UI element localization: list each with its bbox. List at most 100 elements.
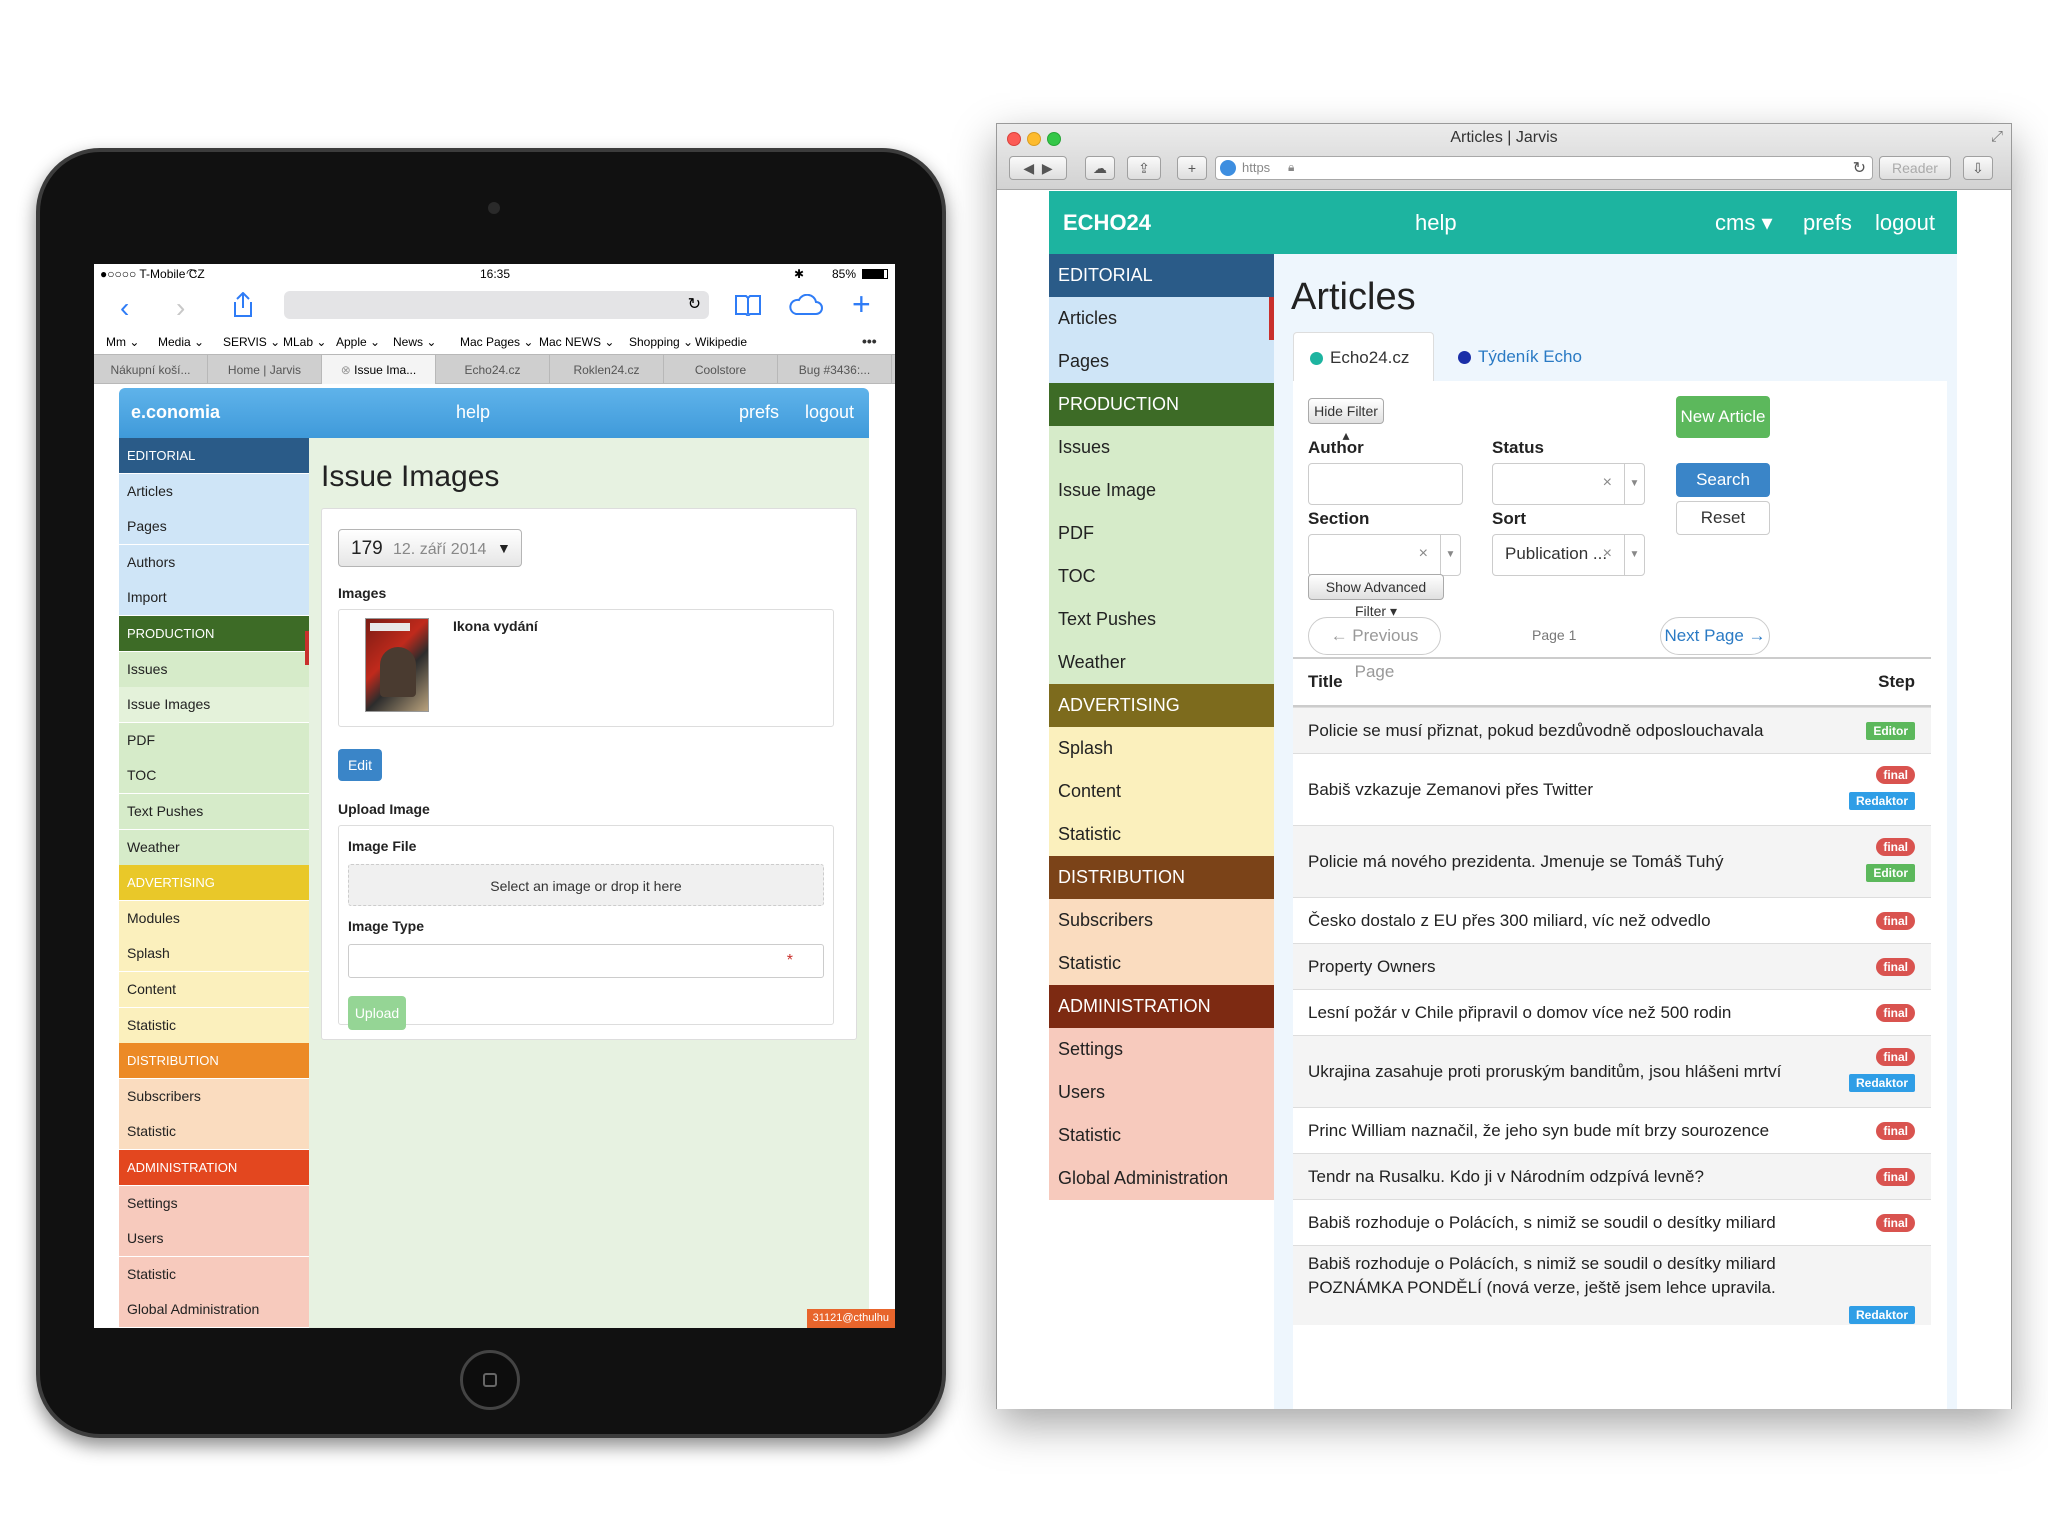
- author-input[interactable]: [1308, 463, 1463, 505]
- table-row[interactable]: Babiš rozhoduje o Polácích, s nimiž se s…: [1293, 1245, 1931, 1325]
- table-row[interactable]: Tendr na Rusalku. Kdo ji v Národním odzp…: [1293, 1153, 1931, 1199]
- upload-button[interactable]: Upload: [348, 996, 406, 1030]
- sidebar-item[interactable]: Content: [1049, 770, 1274, 813]
- sidebar-item[interactable]: Subscribers: [1049, 899, 1274, 942]
- help-link[interactable]: help: [1415, 210, 1457, 236]
- sidebar-item[interactable]: Articles: [119, 473, 309, 509]
- hide-filter-button[interactable]: Hide Filter ▴: [1308, 398, 1384, 443]
- help-link[interactable]: help: [456, 402, 490, 423]
- bookmarks-icon[interactable]: [734, 294, 762, 318]
- sidebar-item[interactable]: Issue Image: [1049, 469, 1274, 512]
- prefs-link[interactable]: prefs: [1803, 210, 1852, 236]
- reload-icon[interactable]: ↻: [688, 294, 701, 314]
- sidebar-item[interactable]: Articles: [1049, 297, 1274, 340]
- clear-icon[interactable]: ×: [1419, 545, 1428, 563]
- section-select[interactable]: × ▼: [1308, 534, 1461, 576]
- address-bar[interactable]: https 🔒︎ ↻: [1215, 156, 1873, 180]
- table-row[interactable]: Policie se musí přiznat, pokud bezdůvodn…: [1293, 707, 1931, 753]
- close-tab-icon[interactable]: ⊗: [341, 363, 354, 377]
- sidebar-item[interactable]: Users: [119, 1221, 309, 1257]
- bookmark-item[interactable]: Wikipedie: [695, 335, 747, 349]
- article-title[interactable]: Policie se musí přiznat, pokud bezdůvodn…: [1308, 719, 1818, 743]
- sidebar-item[interactable]: Text Pushes: [1049, 598, 1274, 641]
- sidebar-item[interactable]: TOC: [1049, 555, 1274, 598]
- sidebar-item[interactable]: Import: [119, 580, 309, 616]
- issue-select[interactable]: 179 12. září 2014 ▼: [338, 529, 522, 567]
- table-row[interactable]: Property Owners final: [1293, 943, 1931, 989]
- bookmark-item[interactable]: News ⌄: [393, 335, 436, 349]
- reset-button[interactable]: Reset: [1676, 501, 1770, 535]
- sidebar-item[interactable]: Statistic: [1049, 942, 1274, 985]
- sidebar-item[interactable]: Issues: [1049, 426, 1274, 469]
- search-button[interactable]: Search: [1676, 463, 1770, 497]
- bookmark-item[interactable]: SERVIS ⌄: [223, 335, 280, 349]
- sidebar-item[interactable]: Pages: [119, 509, 309, 545]
- article-title[interactable]: Princ William naznačil, že jeho syn bude…: [1308, 1119, 1818, 1143]
- table-row[interactable]: Ukrajina zasahuje proti proruským bandit…: [1293, 1035, 1931, 1107]
- clear-icon[interactable]: ×: [1603, 545, 1612, 563]
- article-title[interactable]: Česko dostalo z EU přes 300 miliard, víc…: [1308, 909, 1818, 933]
- bookmark-item[interactable]: Mac Pages ⌄: [460, 335, 533, 349]
- fullscreen-icon[interactable]: ⤢: [1991, 128, 2003, 145]
- sidebar-item[interactable]: Issue Images: [119, 687, 309, 723]
- article-title[interactable]: Policie má nového prezidenta. Jmenuje se…: [1308, 850, 1818, 874]
- icloud-icon[interactable]: ☁: [1085, 156, 1115, 180]
- edit-button[interactable]: Edit: [338, 749, 382, 781]
- clear-icon[interactable]: ×: [1603, 474, 1612, 492]
- sidebar-item[interactable]: Splash: [1049, 727, 1274, 770]
- table-row[interactable]: Česko dostalo z EU přes 300 miliard, víc…: [1293, 897, 1931, 943]
- sidebar-item[interactable]: Weather: [119, 829, 309, 865]
- sidebar-item[interactable]: Content: [119, 972, 309, 1007]
- bookmark-item[interactable]: Media ⌄: [158, 335, 204, 349]
- sidebar-item[interactable]: Settings: [1049, 1028, 1274, 1071]
- cms-menu[interactable]: cms ▾: [1715, 210, 1772, 236]
- article-title[interactable]: Tendr na Rusalku. Kdo ji v Národním odzp…: [1308, 1165, 1818, 1189]
- sidebar-item[interactable]: Statistic: [119, 1114, 309, 1150]
- article-title[interactable]: Babiš rozhoduje o Polácích, s nimiž se s…: [1308, 1211, 1818, 1235]
- sidebar-item[interactable]: Issues: [119, 651, 309, 687]
- bookmark-item[interactable]: MLab ⌄: [283, 335, 326, 349]
- bookmark-item[interactable]: Mac NEWS ⌄: [539, 335, 614, 349]
- home-button[interactable]: [460, 1350, 520, 1410]
- browser-tab[interactable]: ⊗ Issue Ima...: [322, 355, 436, 385]
- sidebar-item[interactable]: TOC: [119, 758, 309, 794]
- caret-down-icon[interactable]: ▼: [1440, 535, 1460, 575]
- sidebar-item[interactable]: Weather: [1049, 641, 1274, 684]
- table-row[interactable]: Babiš rozhoduje o Polácích, s nimiž se s…: [1293, 1199, 1931, 1245]
- browser-tab[interactable]: Home | Jarvis: [208, 355, 322, 385]
- logout-link[interactable]: logout: [805, 402, 854, 423]
- new-tab-icon[interactable]: +: [852, 288, 871, 320]
- table-row[interactable]: Princ William naznačil, že jeho syn bude…: [1293, 1107, 1931, 1153]
- sidebar-item[interactable]: PDF: [1049, 512, 1274, 555]
- status-select[interactable]: × ▼: [1492, 463, 1645, 505]
- sidebar-item[interactable]: Splash: [119, 936, 309, 972]
- title-column-header[interactable]: Title: [1308, 672, 1343, 692]
- image-type-select[interactable]: *: [348, 944, 824, 978]
- sidebar-item[interactable]: Statistic: [119, 1256, 309, 1292]
- logout-link[interactable]: logout: [1875, 210, 1935, 236]
- article-title[interactable]: Lesní požár v Chile připravil o domov ví…: [1308, 1001, 1818, 1025]
- sidebar-item[interactable]: Users: [1049, 1071, 1274, 1114]
- reload-icon[interactable]: ↻: [1853, 158, 1866, 178]
- browser-tab[interactable]: Coolstore: [664, 355, 778, 385]
- table-row[interactable]: Lesní požár v Chile připravil o domov ví…: [1293, 989, 1931, 1035]
- back-forward-buttons[interactable]: ◀ ▶: [1009, 156, 1067, 180]
- address-bar[interactable]: ↻: [284, 291, 709, 319]
- article-title[interactable]: Property Owners: [1308, 955, 1818, 979]
- article-title[interactable]: Ukrajina zasahuje proti proruským bandit…: [1308, 1060, 1818, 1084]
- tab-tydenik-echo[interactable]: Týdeník Echo: [1442, 332, 1602, 382]
- previous-page-button[interactable]: ← Previous Page: [1308, 617, 1441, 681]
- tab-echo24[interactable]: Echo24.cz: [1293, 332, 1434, 382]
- new-article-button[interactable]: New Article: [1676, 396, 1770, 438]
- sort-select[interactable]: Publication ... × ▼: [1492, 534, 1645, 576]
- sidebar-item[interactable]: Pages: [1049, 340, 1274, 383]
- browser-tab[interactable]: Roklen24.cz: [550, 355, 664, 385]
- sidebar-item[interactable]: Modules: [119, 900, 309, 936]
- brand-link[interactable]: e.conomia: [131, 402, 220, 423]
- table-row[interactable]: Policie má nového prezidenta. Jmenuje se…: [1293, 825, 1931, 897]
- sidebar-item[interactable]: Statistic: [119, 1007, 309, 1043]
- article-title[interactable]: Babiš rozhoduje o Polácích, s nimiž se s…: [1308, 1252, 1818, 1300]
- image-dropzone[interactable]: Select an image or drop it here: [348, 864, 824, 906]
- next-page-button[interactable]: Next Page →: [1660, 617, 1770, 655]
- sidebar-item[interactable]: Statistic: [1049, 813, 1274, 856]
